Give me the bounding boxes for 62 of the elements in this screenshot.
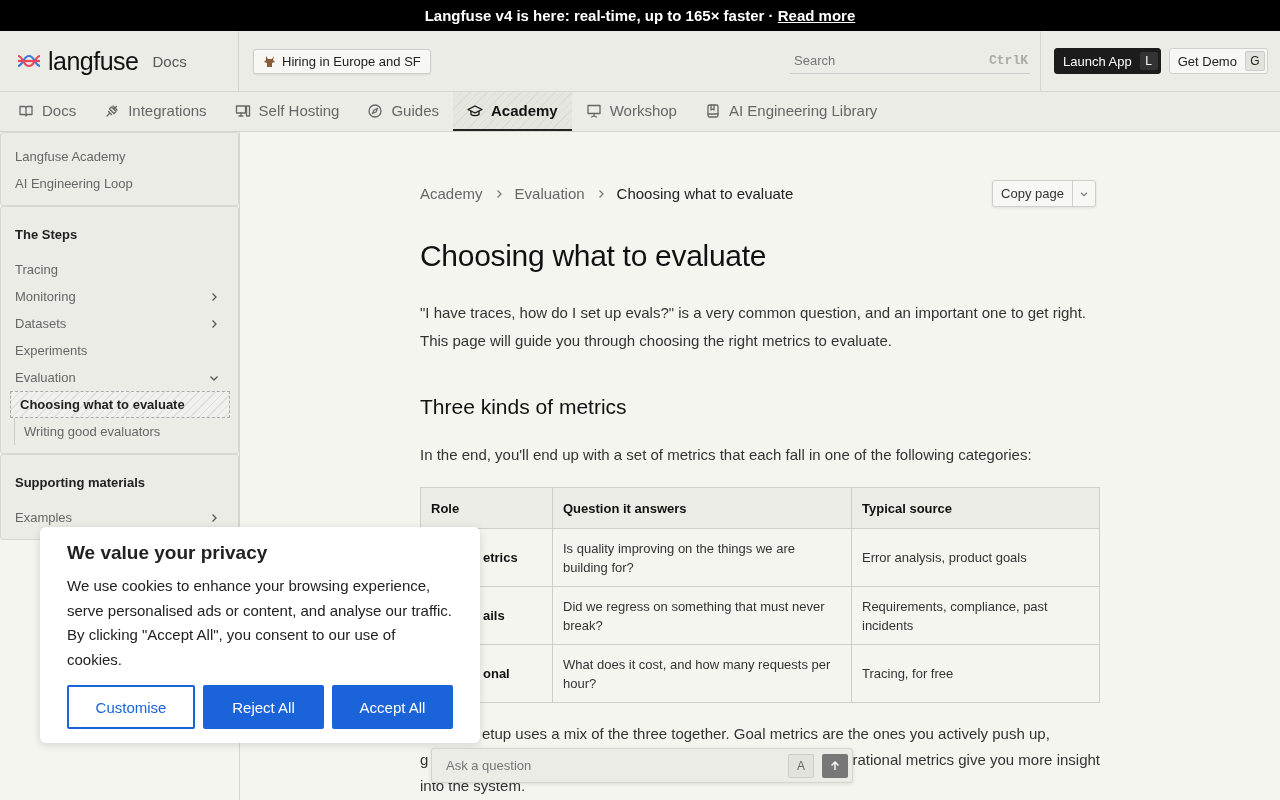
sidebar-item[interactable]: AI Engineering Loop: [1, 170, 238, 197]
table-cell: Requirements, compliance, past incidents: [851, 586, 1100, 645]
sidebar-item[interactable]: Langfuse Academy: [1, 143, 238, 170]
sidebar-item[interactable]: Evaluation: [1, 364, 238, 391]
hiring-badge[interactable]: Hiring in Europe and SF: [253, 48, 431, 74]
sidebar-heading: Supporting materials: [14, 474, 147, 492]
launch-app-button[interactable]: Launch App L: [1054, 48, 1161, 74]
table-cell: Is quality improving on the things we are building for?: [552, 528, 852, 587]
cookie-button[interactable]: Customise: [67, 685, 195, 729]
presentation-icon: [585, 102, 602, 119]
animal-icon: [263, 54, 276, 68]
nav-tab[interactable]: Academy: [453, 92, 572, 131]
page-title: Choosing what to evaluate: [420, 239, 768, 273]
column-header: Question it answers: [552, 487, 852, 529]
ask-bar[interactable]: Ask a question A: [431, 748, 853, 783]
table-cell: What does it cost, and how many requests per hour?: [552, 644, 852, 703]
intro-paragraph: "I have traces, how do I set up evals?" is a very common question, and an important one to get right. This page will guide you through choosing the right metrics to evaluate.: [420, 303, 1087, 351]
breadcrumb-item[interactable]: Academy: [420, 185, 483, 202]
sidebar-item[interactable]: Experiments: [1, 337, 238, 364]
sidebar-item[interactable]: Datasets: [1, 310, 238, 337]
column-header: Typical source: [851, 487, 1100, 529]
sidebar-heading: The Steps: [14, 226, 79, 244]
paragraph-text: rational metrics give you more insight: [852, 750, 1100, 770]
table-cell: Error analysis, product goals: [851, 528, 1100, 587]
table-cell: Tracing, for free: [851, 644, 1100, 703]
paragraph-text: g: [420, 750, 429, 770]
nav-tab[interactable]: AI Engineering Library: [690, 92, 892, 131]
read-more-link[interactable]: Read more: [777, 7, 856, 24]
breadcrumb-item[interactable]: Evaluation: [514, 185, 585, 202]
cookie-button[interactable]: Reject All: [203, 685, 324, 729]
breadcrumb-item: Choosing what to evaluate: [616, 185, 794, 202]
column-header: Role: [420, 487, 553, 529]
nav-tab[interactable]: Workshop: [571, 92, 691, 131]
logo-text: langfuse: [48, 46, 139, 76]
arrow-up-icon: [829, 759, 841, 772]
copy-page-button[interactable]: Copy page: [993, 181, 1072, 206]
paragraph-text: etup uses a mix of the three together. Goal metrics are the ones you actively push up,: [482, 724, 1050, 744]
search-field[interactable]: Search: [792, 52, 989, 69]
sidebar-item[interactable]: Writing good evaluators: [15, 418, 238, 445]
ask-field[interactable]: Ask a question: [444, 757, 780, 774]
shortcut-hint: CtrlK: [989, 53, 1028, 68]
section-label: Docs: [152, 52, 187, 70]
nav-tab[interactable]: Self Hosting: [220, 92, 354, 131]
nav-tab[interactable]: Docs: [4, 92, 91, 131]
monitor-icon: [234, 102, 251, 119]
shortcut-key[interactable]: A: [788, 753, 814, 778]
dialog-title: We value your privacy: [67, 542, 269, 564]
compass-icon: [367, 102, 384, 119]
sidebar-item[interactable]: Choosing what to evaluate: [10, 391, 230, 418]
sidebar-item[interactable]: Monitoring: [1, 283, 238, 310]
sidebar-item[interactable]: Tracing: [1, 256, 238, 283]
nav-tab[interactable]: Integrations: [90, 92, 221, 131]
get-demo-button[interactable]: Get Demo G: [1168, 48, 1268, 74]
nav-tab[interactable]: Guides: [353, 92, 453, 131]
banner-text: Langfuse v4 is here: real-time, up to 165× faster ·: [424, 7, 775, 24]
bookmark-book-icon: [704, 102, 721, 119]
table-cell: Did we regress on something that must never break?: [552, 586, 852, 645]
section-heading: Three kinds of metrics: [420, 395, 628, 419]
sidebar-item[interactable]: Examples: [1, 504, 238, 531]
lead-paragraph: In the end, you'll end up with a set of metrics that each fall in one of the following categories:: [420, 445, 1033, 465]
cookie-button[interactable]: Accept All: [332, 685, 453, 729]
send-button[interactable]: [822, 753, 848, 778]
